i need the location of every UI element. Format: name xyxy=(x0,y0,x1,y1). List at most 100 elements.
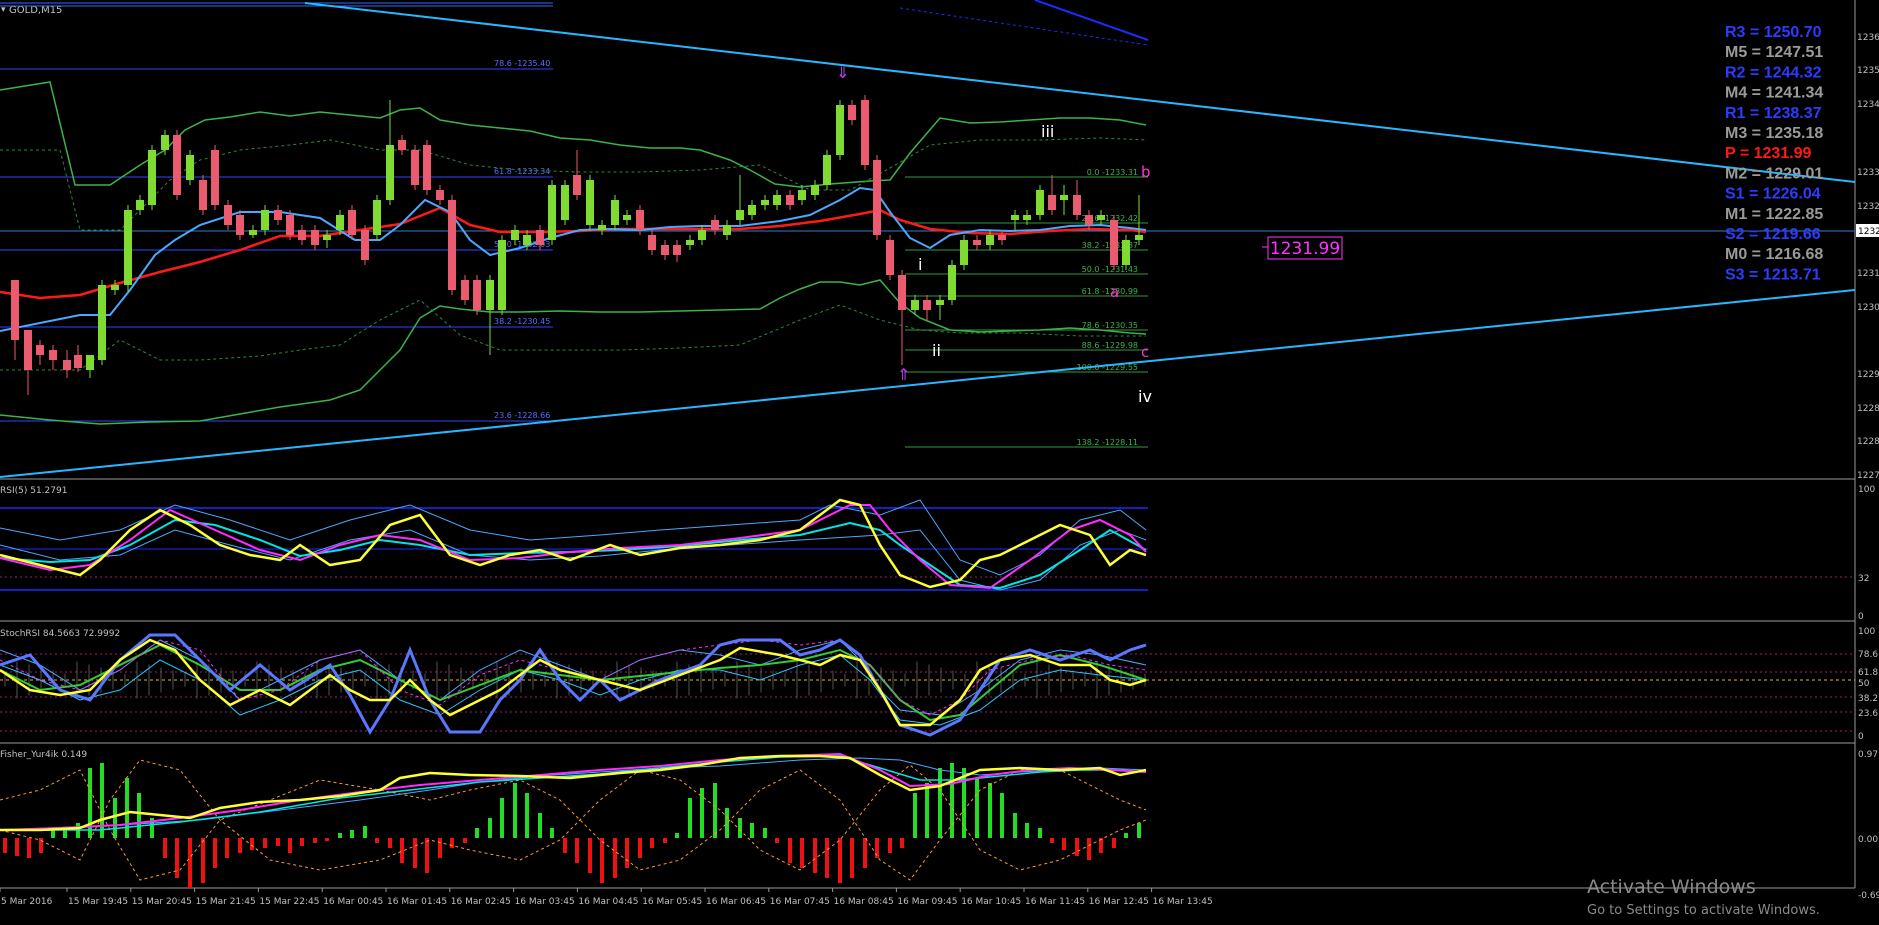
pivot-level: M4 = 1241.34 xyxy=(1725,85,1823,102)
fib-left-label: 38.2 -1230.45 xyxy=(494,317,550,326)
candle-body xyxy=(1073,195,1081,215)
candle-body xyxy=(623,215,631,220)
fisher-hist-bar xyxy=(738,818,742,838)
fisher-hist-bar xyxy=(313,838,317,843)
fisher-hist-bar xyxy=(276,838,280,846)
candle-body xyxy=(736,210,744,220)
candle-body xyxy=(411,150,419,185)
fisher-hist-bar xyxy=(725,808,729,838)
window-title[interactable]: ▾ GOLD,M15 xyxy=(1,5,62,16)
wave-label-ii: ii xyxy=(932,341,941,360)
fisher-hist-bar xyxy=(188,838,192,888)
fisher-hist-bar xyxy=(688,798,692,838)
candle-body xyxy=(536,230,544,245)
pivot-level: R1 = 1238.37 xyxy=(1725,105,1822,122)
rsi-scale: 0 xyxy=(1858,612,1864,622)
fisher-hist-bar xyxy=(363,826,367,838)
candle-body xyxy=(786,195,794,205)
price-tick: 1228. xyxy=(1857,404,1879,414)
time-tick: 15 Mar 21:45 xyxy=(196,897,256,907)
fisher-hist-bar xyxy=(588,838,592,873)
fisher-hist-bar xyxy=(838,838,842,883)
fisher-hist-bar xyxy=(950,763,954,838)
fib-right-label: 138.2 -1228.11 xyxy=(1077,438,1138,447)
candle-body xyxy=(448,200,456,290)
candle-body xyxy=(311,230,319,245)
candle-body xyxy=(86,355,94,370)
fib-left-label: 78.6 -1235.40 xyxy=(494,59,550,68)
stochrsi-scale: 23.6 xyxy=(1858,709,1878,719)
candle-body xyxy=(698,230,706,240)
fisher-hist-bar xyxy=(201,838,205,883)
candle-body xyxy=(523,235,531,245)
fisher-hist-bar xyxy=(813,838,817,873)
time-tick: 16 Mar 01:45 xyxy=(387,897,447,907)
wave-label-iii: iii xyxy=(1041,122,1054,141)
fisher-hist-bar xyxy=(463,838,467,843)
candle-body xyxy=(823,155,831,185)
candle-body xyxy=(148,150,156,205)
candle-body xyxy=(1110,220,1118,265)
fisher-hist-bar xyxy=(225,838,229,858)
time-tick: 15 Mar 20:45 xyxy=(132,897,192,907)
fisher-hist-bar xyxy=(475,828,479,838)
time-tick: 16 Mar 06:45 xyxy=(706,897,766,907)
fisher-hist-bar xyxy=(400,838,404,863)
fisher-hist-bar xyxy=(163,838,167,858)
fisher-hist-bar xyxy=(800,838,804,868)
fib-left-label: 23.6 -1228.66 xyxy=(494,411,550,420)
candle-body xyxy=(298,230,306,240)
price-tick: 1231. xyxy=(1857,269,1879,279)
fib-right-label: 0.0 -1233.31 xyxy=(1087,168,1138,177)
price-tick: 1228. xyxy=(1857,437,1879,447)
fisher-hist-bar xyxy=(550,828,554,838)
watermark-line2: Go to Settings to activate Windows. xyxy=(1587,903,1820,918)
candle-body xyxy=(161,135,169,150)
mt4-chart[interactable]: ▾ GOLD,M15 78.6 -1235.40 61.8 -1233.34 5… xyxy=(0,0,1879,925)
fisher-hist-bar xyxy=(525,793,529,838)
price-tick: 1233. xyxy=(1857,168,1879,178)
candle-body xyxy=(648,235,656,250)
fisher-hist-bar xyxy=(500,798,504,838)
price-tick: 1232. xyxy=(1857,202,1879,212)
stochrsi-scale: 78.6 xyxy=(1858,650,1878,660)
candle-body xyxy=(948,265,956,300)
candle-body xyxy=(136,200,144,210)
fisher-hist-bar xyxy=(413,838,417,868)
watermark-line1: Activate Windows xyxy=(1587,876,1756,898)
candle-body xyxy=(261,210,269,230)
candle-body xyxy=(611,200,619,225)
candle-body xyxy=(436,190,444,200)
fisher-hist-bar xyxy=(1137,823,1141,838)
candle-body xyxy=(773,195,781,205)
candle-body xyxy=(186,155,194,180)
fisher-hist-bar xyxy=(663,838,667,843)
pivot-level: R2 = 1244.32 xyxy=(1725,64,1822,81)
price-tick: 1229. xyxy=(1857,370,1879,380)
fisher-hist-bar xyxy=(288,838,292,853)
fisher-hist-bar xyxy=(113,798,117,838)
stochrsi-scale: 61.8 xyxy=(1858,668,1878,678)
candle-body xyxy=(1135,235,1143,240)
candle-body xyxy=(1011,215,1019,220)
fisher-hist-bar xyxy=(388,838,392,848)
time-tick: 16 Mar 08:45 xyxy=(834,897,894,907)
candle-body xyxy=(199,180,207,210)
candle-body xyxy=(511,230,519,240)
fisher-hist-bar xyxy=(775,838,779,843)
time-tick: 15 Mar 19:45 xyxy=(68,897,128,907)
candle-body xyxy=(686,240,694,245)
candle-body xyxy=(211,150,219,205)
candle-body xyxy=(661,245,669,255)
fisher-hist-bar xyxy=(513,783,517,838)
price-tick: 1227. xyxy=(1857,471,1879,481)
candle-body xyxy=(11,280,19,340)
stochrsi-scale: 38.2 xyxy=(1858,694,1878,704)
fisher-hist-bar xyxy=(175,838,179,878)
fisher-hist-bar xyxy=(250,838,254,850)
time-tick: 16 Mar 10:45 xyxy=(961,897,1021,907)
fisher-hist-bar xyxy=(125,778,129,838)
fisher-hist-bar xyxy=(137,793,141,838)
pivot-level: R3 = 1250.70 xyxy=(1725,24,1822,41)
fisher-hist-bar xyxy=(1124,833,1128,838)
